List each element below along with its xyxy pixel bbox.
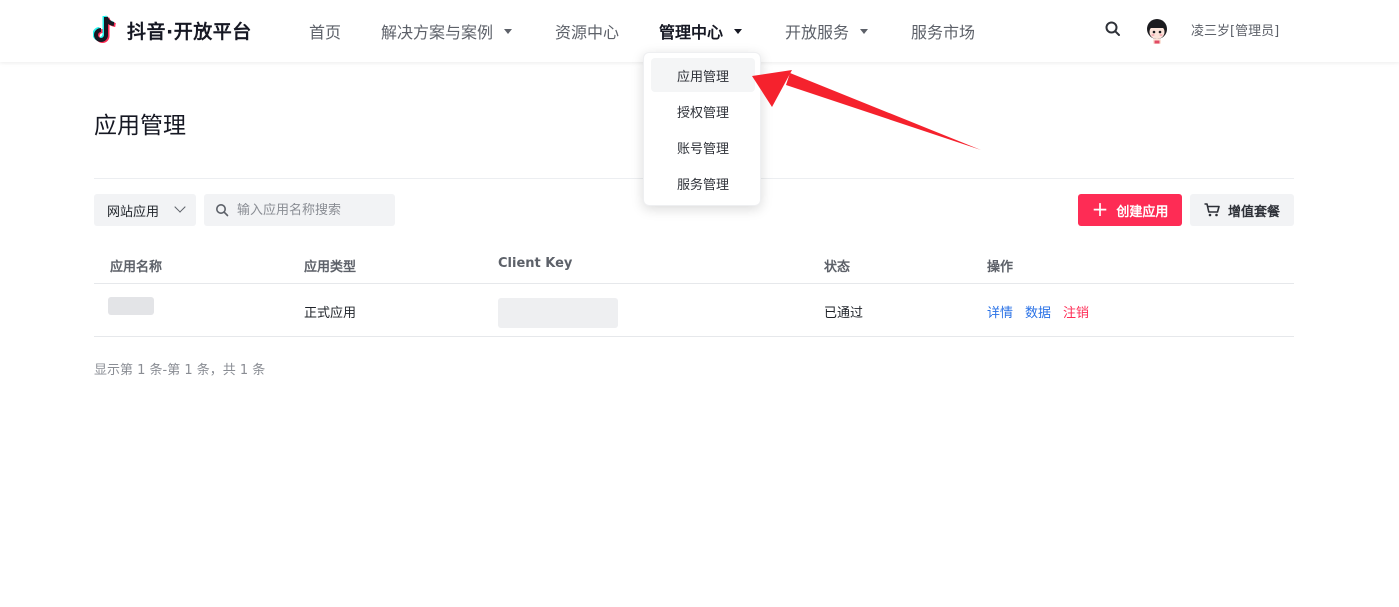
avatar[interactable] (1144, 15, 1170, 45)
column-header: 操作 (987, 260, 1014, 275)
search-icon[interactable] (1104, 20, 1122, 38)
brand-text: 抖音·开放平台 (127, 20, 252, 43)
menu-item-label: 授权管理 (676, 105, 729, 121)
nav-management[interactable]: 管理中心 (659, 19, 743, 43)
nav-open-services-label: 开放服务 (785, 23, 850, 42)
pagination-summary: 显示第 1 条-第 1 条，共 1 条 (94, 363, 266, 378)
table-header-divider (94, 283, 1294, 284)
menu-item-authorization-management[interactable]: 授权管理 (651, 94, 755, 128)
table-row-divider (94, 336, 1294, 337)
nav-management-label: 管理中心 (659, 23, 724, 42)
brand-logo[interactable]: 抖音·开放平台 (93, 13, 252, 47)
nav-resources[interactable]: 资源中心 (555, 19, 619, 43)
value-package-button[interactable]: 增值套餐 (1190, 194, 1294, 226)
app-search-box[interactable] (204, 194, 395, 226)
caret-down-icon (734, 28, 743, 34)
nav-resources-label: 资源中心 (555, 23, 620, 42)
data-link[interactable]: 数据 (1025, 302, 1051, 321)
cart-icon (1204, 203, 1220, 217)
column-header: Client Key (498, 256, 573, 271)
app-search-input[interactable] (237, 202, 387, 218)
douyin-logo-icon (93, 15, 116, 43)
username[interactable]: 凌三岁[管理员] (1191, 20, 1279, 39)
menu-item-account-management[interactable]: 账号管理 (651, 130, 755, 164)
nav-solutions-label: 解决方案与案例 (381, 23, 494, 42)
status-cell: 已通过 (824, 306, 864, 321)
app-type-select[interactable]: 网站应用 (94, 194, 196, 226)
app-type-select-value: 网站应用 (107, 204, 160, 220)
nav-home[interactable]: 首页 (309, 19, 341, 43)
details-link[interactable]: 详情 (987, 302, 1013, 321)
caret-down-icon (860, 28, 869, 34)
create-app-button[interactable]: + 创建应用 (1078, 194, 1182, 226)
menu-item-label: 应用管理 (676, 69, 729, 85)
nav-open-services[interactable]: 开放服务 (785, 19, 869, 43)
plus-icon: + (1091, 197, 1109, 221)
deregister-link[interactable]: 注销 (1063, 302, 1089, 321)
nav-solutions[interactable]: 解决方案与案例 (381, 19, 513, 43)
create-app-label: 创建应用 (1116, 204, 1169, 220)
app-type-cell: 正式应用 (304, 306, 357, 321)
value-package-label: 增值套餐 (1227, 204, 1280, 220)
menu-item-label: 账号管理 (676, 141, 729, 157)
menu-item-service-management[interactable]: 服务管理 (651, 166, 755, 200)
column-header: 状态 (824, 260, 851, 275)
menu-item-label: 服务管理 (676, 177, 729, 193)
caret-down-icon (504, 28, 513, 34)
search-icon (216, 204, 229, 217)
nav-home-label: 首页 (309, 23, 342, 42)
management-dropdown-menu: 应用管理 授权管理 账号管理 服务管理 (643, 52, 761, 206)
column-header: 应用类型 (304, 260, 357, 275)
app-name-redacted[interactable] (108, 297, 154, 315)
column-header: 应用名称 (110, 260, 163, 275)
page-title: 应用管理 (94, 113, 186, 139)
nav-service-market-label: 服务市场 (911, 23, 976, 42)
nav-service-market[interactable]: 服务市场 (911, 19, 975, 43)
client-key-redacted (498, 298, 618, 328)
menu-item-app-management[interactable]: 应用管理 (651, 58, 755, 92)
chevron-down-icon (174, 201, 186, 213)
